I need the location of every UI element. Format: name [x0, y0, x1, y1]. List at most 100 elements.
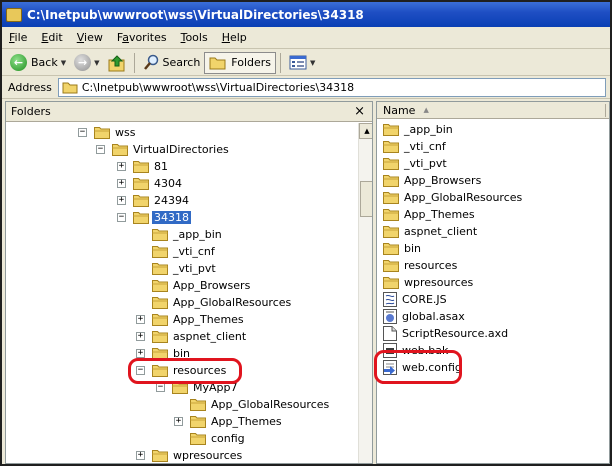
tree-item-label: App_Themes — [173, 313, 244, 326]
toolbar-separator — [133, 52, 135, 73]
scrollbar-thumb[interactable] — [360, 181, 372, 217]
list-item[interactable]: App_Browsers — [383, 172, 483, 189]
file-icon — [383, 326, 397, 341]
collapse-icon[interactable]: − — [78, 128, 87, 137]
tree-item[interactable]: VirtualDirectories — [112, 141, 231, 158]
list-item[interactable]: App_GlobalResources — [383, 189, 524, 206]
menu-edit[interactable]: Edit — [34, 31, 69, 44]
collapse-icon[interactable]: − — [117, 213, 126, 222]
tree-item[interactable]: 4304 — [133, 175, 184, 192]
column-divider[interactable] — [605, 104, 606, 117]
folder-icon — [383, 209, 399, 221]
list-item[interactable]: wpresources — [383, 274, 475, 291]
address-label: Address — [8, 81, 52, 94]
address-input[interactable]: C:\Inetpub\wwwroot\wss\VirtualDirectorie… — [57, 78, 606, 97]
standard-toolbar: ← Back ▼ → ▼ Search Folders ▼ — [2, 50, 610, 76]
folder-icon — [133, 212, 149, 224]
expand-icon[interactable]: + — [117, 196, 126, 205]
views-button[interactable]: ▼ — [285, 52, 319, 74]
menu-tools[interactable]: Tools — [174, 31, 215, 44]
folder-icon — [133, 178, 149, 190]
back-dropdown-icon[interactable]: ▼ — [61, 59, 66, 67]
list-item[interactable]: aspnet_client — [383, 223, 479, 240]
collapse-icon[interactable]: − — [96, 145, 105, 154]
up-folder-button[interactable] — [104, 52, 130, 74]
tree-item[interactable]: _vti_pvt — [152, 260, 218, 277]
folder-icon — [383, 243, 399, 255]
tree-item-label: 4304 — [154, 177, 182, 190]
column-header-name[interactable]: Name ▲ — [377, 102, 609, 119]
forward-dropdown-icon[interactable]: ▼ — [94, 59, 99, 67]
list-item[interactable]: _vti_cnf — [383, 138, 448, 155]
list-item-label: _vti_cnf — [404, 140, 446, 153]
expand-icon[interactable]: + — [117, 179, 126, 188]
tree-item[interactable]: _app_bin — [152, 226, 224, 243]
views-dropdown-icon[interactable]: ▼ — [310, 59, 315, 67]
back-button[interactable]: ← Back ▼ — [6, 52, 70, 74]
tree-item[interactable]: App_Browsers — [152, 277, 252, 294]
folders-pane: Folders × − wss − VirtualDirectories +81 +430… — [5, 101, 373, 464]
list-item[interactable]: _app_bin — [383, 121, 455, 138]
tree-item[interactable]: App_GlobalResources — [190, 396, 331, 413]
search-button[interactable]: Search — [139, 52, 205, 74]
tree-item-label: 81 — [154, 160, 168, 173]
tree-item[interactable]: _vti_cnf — [152, 243, 217, 260]
forward-button[interactable]: → ▼ — [70, 52, 103, 74]
list-item-label: App_Themes — [404, 208, 475, 221]
folder-icon — [152, 297, 168, 309]
tree-item[interactable]: wpresources — [152, 447, 244, 463]
folders-button[interactable]: Folders — [204, 51, 277, 74]
folders-pane-header: Folders × — [6, 102, 372, 122]
expand-icon[interactable]: + — [136, 315, 145, 324]
search-magnifier-icon — [143, 54, 158, 70]
title-bar[interactable]: C:\Inetpub\wwwroot\wss\VirtualDirectorie… — [2, 2, 610, 27]
tree-item[interactable]: App_Themes — [190, 413, 284, 430]
tree-item[interactable]: 34318 — [133, 209, 192, 226]
folder-icon — [94, 127, 110, 139]
tree-item[interactable]: 24394 — [133, 192, 191, 209]
folder-icon — [190, 433, 206, 445]
tree-item-label: _vti_cnf — [173, 245, 215, 258]
folder-icon — [152, 246, 168, 258]
list-item[interactable]: _vti_pvt — [383, 155, 449, 172]
list-item-label: wpresources — [404, 276, 474, 289]
back-label: Back — [31, 56, 58, 69]
tree-item[interactable]: 81 — [133, 158, 170, 175]
list-item[interactable]: bin — [383, 240, 423, 257]
tree-item[interactable]: aspnet_client — [152, 328, 248, 345]
expand-icon[interactable]: + — [136, 349, 145, 358]
vertical-scrollbar[interactable]: ▲ — [358, 123, 372, 463]
menu-favorites[interactable]: Favorites — [110, 31, 174, 44]
tree-item[interactable]: App_GlobalResources — [152, 294, 293, 311]
folder-tree: − wss − VirtualDirectories +81 +4304 +24394 − 34… — [6, 123, 356, 463]
folder-icon — [133, 195, 149, 207]
close-icon[interactable]: × — [354, 104, 365, 119]
back-arrow-icon: ← — [10, 54, 27, 71]
folder-icon — [383, 175, 399, 187]
list-item[interactable]: resources — [383, 257, 459, 274]
list-item[interactable]: global.asax — [383, 308, 467, 325]
list-item[interactable]: ScriptResource.axd — [383, 325, 510, 342]
tree-item[interactable]: wss — [94, 124, 137, 141]
menu-file[interactable]: File — [2, 31, 34, 44]
list-item-label: App_Browsers — [404, 174, 482, 187]
menu-view[interactable]: View — [70, 31, 110, 44]
list-item[interactable]: App_Themes — [383, 206, 477, 223]
expand-icon[interactable]: + — [136, 332, 145, 341]
expand-icon[interactable]: + — [174, 417, 183, 426]
tree-item[interactable]: config — [190, 430, 247, 447]
menu-bar: File Edit View Favorites Tools Help — [2, 27, 610, 49]
folder-icon — [152, 314, 168, 326]
menu-help[interactable]: Help — [215, 31, 254, 44]
folder-icon — [383, 226, 399, 238]
tree-item-label: App_GlobalResources — [211, 398, 330, 411]
folder-icon — [152, 263, 168, 275]
tree-item[interactable]: App_Themes — [152, 311, 246, 328]
collapse-icon[interactable]: − — [156, 383, 165, 392]
folder-icon — [152, 229, 168, 241]
folder-icon — [152, 280, 168, 292]
expand-icon[interactable]: + — [117, 162, 126, 171]
expand-icon[interactable]: + — [136, 451, 145, 460]
scroll-up-icon[interactable]: ▲ — [359, 123, 372, 139]
list-item[interactable]: CORE.JS — [383, 291, 449, 308]
